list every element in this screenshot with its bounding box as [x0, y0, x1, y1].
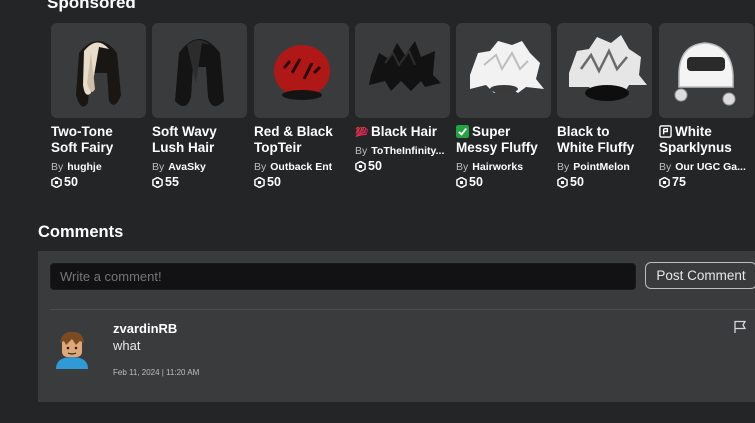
item-thumbnail[interactable] [355, 23, 450, 118]
item-price: 50 [355, 159, 450, 173]
item-name[interactable]: 💯 100 Black Hair [355, 124, 450, 140]
comment-input[interactable] [50, 263, 636, 290]
item-card[interactable]: Red & Black TopTeir By Outback Ent 50 [254, 23, 349, 189]
item-price: 50 [254, 175, 349, 189]
robux-icon [51, 176, 62, 188]
item-thumbnail[interactable] [152, 23, 247, 118]
item-thumbnail[interactable] [659, 23, 754, 118]
creator-link[interactable]: Our UGC Ga... [675, 161, 746, 173]
item-name[interactable]: Two-Tone Soft Fairy [51, 124, 146, 156]
comment-timestamp: Feb 11, 2024 | 11:20 AM [113, 368, 200, 377]
item-thumbnail[interactable] [254, 23, 349, 118]
hundred-points-icon: 💯100 [355, 126, 368, 138]
creator-link[interactable]: hughje [67, 161, 101, 173]
item-creator: By Hairworks [456, 161, 524, 173]
robux-icon [557, 176, 568, 188]
comment-text: what [113, 338, 141, 353]
item-name[interactable]: Red & Black TopTeir [254, 124, 349, 156]
comments-panel: Post Comment zvardinRB what Feb 11, 2024… [38, 251, 755, 402]
check-mark-icon [456, 125, 469, 138]
item-card[interactable]: Soft Wavy Lush Hair By AvaSky 55 [152, 23, 247, 189]
item-name[interactable]: Black to White Fluffy [557, 124, 652, 156]
creator-link[interactable]: AvaSky [168, 161, 206, 173]
item-creator: By Our UGC Ga... [659, 161, 746, 173]
creator-link[interactable]: Outback Ent [270, 161, 332, 173]
post-comment-button[interactable]: Post Comment [645, 262, 755, 289]
robux-icon [456, 176, 467, 188]
item-creator: By Outback Ent [254, 161, 333, 173]
item-card[interactable]: 💯 100 Black Hair By ToTheInfinity... 50 [355, 23, 450, 173]
comment-username[interactable]: zvardinRB [113, 321, 177, 336]
item-card[interactable]: Black to White Fluffy By PointMelon 50 [557, 23, 652, 189]
report-flag-icon[interactable] [733, 320, 747, 334]
robux-icon [254, 176, 265, 188]
robux-icon [152, 176, 163, 188]
item-creator: By AvaSky [152, 161, 206, 173]
comments-title: Comments [38, 223, 124, 241]
item-price: 50 [557, 175, 652, 189]
item-card[interactable]: White Sparklynus By Our UGC Ga... 75 [659, 23, 754, 189]
robux-icon [659, 176, 670, 188]
svg-text:100: 100 [355, 126, 368, 135]
item-creator: By hughje [51, 161, 102, 173]
item-name[interactable]: White Sparklynus [659, 124, 754, 156]
item-thumbnail[interactable] [456, 23, 551, 118]
item-name[interactable]: Super Messy Fluffy [456, 124, 551, 156]
item-price: 50 [456, 175, 551, 189]
item-thumbnail[interactable] [51, 23, 146, 118]
avatar[interactable] [52, 329, 92, 369]
item-price: 75 [659, 175, 754, 189]
robux-icon [355, 160, 366, 172]
creator-link[interactable]: ToTheInfinity... [371, 145, 444, 157]
creator-link[interactable]: PointMelon [573, 161, 630, 173]
item-creator: By ToTheInfinity... [355, 145, 445, 157]
creator-link[interactable]: Hairworks [472, 161, 523, 173]
item-price: 50 [51, 175, 146, 189]
item-thumbnail[interactable] [557, 23, 652, 118]
sponsored-carousel: Two-Tone Soft Fairy By hughje 50 Soft Wav… [51, 23, 755, 193]
item-card[interactable]: Two-Tone Soft Fairy By hughje 50 [51, 23, 146, 189]
item-card[interactable]: Super Messy Fluffy By Hairworks 50 [456, 23, 551, 189]
item-name[interactable]: Soft Wavy Lush Hair [152, 124, 247, 156]
item-creator: By PointMelon [557, 161, 630, 173]
ugc-logo-icon [659, 125, 672, 138]
sponsored-title: Sponsored [47, 0, 136, 12]
item-price: 55 [152, 175, 247, 189]
divider [50, 309, 755, 310]
